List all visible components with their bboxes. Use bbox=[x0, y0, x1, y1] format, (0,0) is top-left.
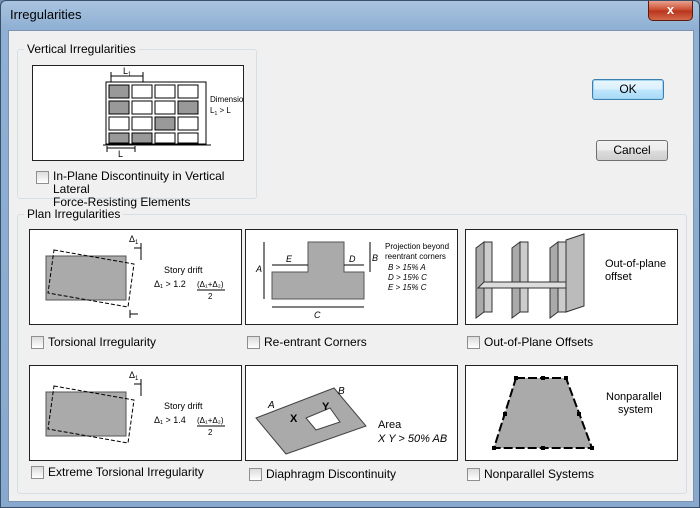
title-bar[interactable]: Irregularities x bbox=[1, 1, 699, 30]
extreme-torsional-checkbox[interactable]: Extreme Torsional Irregularity bbox=[31, 465, 204, 479]
reentrant-rule2: D > 15% C bbox=[388, 273, 427, 282]
diaphragm-label-b: B bbox=[338, 386, 345, 397]
reentrant-label-a: A bbox=[255, 264, 262, 274]
torsional-formula-den: 2 bbox=[208, 292, 213, 301]
reentrant-corners-label: Re-entrant Corners bbox=[264, 335, 367, 349]
diagram-dimension-text: Dimension bbox=[210, 95, 243, 104]
close-icon: x bbox=[666, 2, 675, 17]
checkbox-box[interactable] bbox=[467, 336, 480, 349]
nonparallel-diagram: Nonparallel system bbox=[465, 365, 678, 461]
torsional-drawing: Δ1 Story drift Δ₁ > 1.2 (Δ₁+Δ₂) 2 bbox=[45, 234, 225, 318]
torsional-caption: Story drift bbox=[164, 265, 203, 275]
checkbox-box[interactable] bbox=[36, 171, 49, 184]
reentrant-diagram: E D A B C Projection beyond reentrant co… bbox=[245, 229, 458, 325]
extreme-torsional-diagram: Δ1 Story drift Δ₁ > 1.4 (Δ₁+Δ₂) 2 bbox=[29, 365, 242, 461]
diagram-label-l: L bbox=[118, 149, 123, 159]
reentrant-label-c: C bbox=[314, 310, 321, 320]
reentrant-label-d: D bbox=[349, 254, 356, 264]
extreme-formula-num: (Δ₁+Δ₂) bbox=[197, 416, 224, 425]
outofplane-text2: offset bbox=[605, 271, 632, 283]
extreme-caption: Story drift bbox=[164, 401, 203, 411]
nonparallel-systems-checkbox[interactable]: Nonparallel Systems bbox=[467, 467, 594, 481]
nonparallel-systems-label: Nonparallel Systems bbox=[484, 467, 595, 481]
vertical-group-label: Vertical Irregularities bbox=[24, 42, 139, 56]
diaphragm-diagram: A B X Y Area X Y > 50% AB bbox=[245, 365, 458, 461]
reentrant-drawing: E D A B C Projection beyond reentrant co… bbox=[255, 241, 449, 320]
outofplane-offsets-label: Out-of-Plane Offsets bbox=[484, 335, 594, 349]
checkbox-box[interactable] bbox=[249, 468, 262, 481]
extreme-torsional-label: Extreme Torsional Irregularity bbox=[48, 465, 204, 479]
in-plane-label-line1: In-Plane Discontinuity in Vertical Later… bbox=[53, 169, 225, 196]
outofplane-diagram: Out-of-plane offset bbox=[465, 229, 678, 325]
outofplane-text1: Out-of-plane bbox=[605, 258, 666, 270]
nonparallel-text1: Nonparallel bbox=[606, 391, 662, 403]
reentrant-label-e: E bbox=[286, 254, 293, 264]
reentrant-corners-checkbox[interactable]: Re-entrant Corners bbox=[247, 335, 367, 349]
torsional-irregularity-label: Torsional Irregularity bbox=[48, 335, 157, 349]
torsional-diagram: Δ1 Story drift Δ₁ > 1.2 (Δ₁+Δ₂) 2 bbox=[29, 229, 242, 325]
checkbox-box[interactable] bbox=[247, 336, 260, 349]
checkbox-box[interactable] bbox=[31, 466, 44, 479]
diaphragm-label-a: A bbox=[267, 400, 275, 411]
torsional-delta-label: Δ1 bbox=[129, 234, 139, 246]
extreme-formula-den: 2 bbox=[208, 428, 213, 437]
nonparallel-text2: system bbox=[618, 404, 653, 416]
reentrant-rule3: E > 15% C bbox=[388, 283, 427, 292]
diaphragm-discontinuity-checkbox[interactable]: Diaphragm Discontinuity bbox=[249, 467, 396, 481]
nonparallel-drawing: Nonparallel system bbox=[492, 376, 662, 450]
torsional-irregularity-checkbox[interactable]: Torsional Irregularity bbox=[31, 335, 156, 349]
torsional-formula-num: (Δ₁+Δ₂) bbox=[197, 280, 224, 289]
extreme-delta-label: Δ1 bbox=[129, 370, 139, 382]
outofplane-drawing: Out-of-plane offset bbox=[475, 233, 666, 319]
in-plane-discontinuity-checkbox[interactable]: In-Plane Discontinuity in Vertical Later… bbox=[36, 170, 251, 209]
reentrant-rule1: B > 15% A bbox=[388, 263, 426, 272]
dialog-client-area: Vertical Irregularities L1 L Dimensio L1… bbox=[8, 30, 694, 502]
diaphragm-rule: X Y > 50% AB bbox=[377, 433, 447, 445]
torsional-formula-left: Δ₁ > 1.2 bbox=[154, 279, 186, 289]
diaphragm-label-x: X bbox=[290, 413, 298, 425]
diaphragm-drawing: A B X Y Area X Y > 50% AB bbox=[255, 386, 447, 455]
vertical-discontinuity-diagram: L1 L Dimension L1 > L bbox=[32, 65, 248, 161]
window-title: Irregularities bbox=[10, 7, 82, 22]
reentrant-text1: Projection beyond bbox=[385, 242, 449, 251]
dialog-window: Irregularities x Vertical Irregularities bbox=[0, 0, 700, 508]
diaphragm-area-text: Area bbox=[378, 419, 402, 431]
outofplane-offsets-checkbox[interactable]: Out-of-Plane Offsets bbox=[467, 335, 593, 349]
diaphragm-discontinuity-label: Diaphragm Discontinuity bbox=[266, 467, 397, 481]
checkbox-box[interactable] bbox=[467, 468, 480, 481]
diaphragm-label-y: Y bbox=[322, 401, 330, 413]
vertical-discontinuity-drawing: L1 L Dimension L1 > L bbox=[103, 66, 248, 159]
extreme-formula-left: Δ₁ > 1.4 bbox=[154, 415, 186, 425]
cancel-button[interactable]: Cancel bbox=[596, 140, 668, 161]
ok-button[interactable]: OK bbox=[592, 79, 664, 100]
close-button[interactable]: x bbox=[648, 1, 693, 21]
diagram-dimension-rule: L1 > L bbox=[210, 106, 231, 117]
extreme-torsional-drawing: Δ1 Story drift Δ₁ > 1.4 (Δ₁+Δ₂) 2 bbox=[45, 370, 225, 444]
plan-group-label: Plan Irregularities bbox=[24, 207, 124, 221]
reentrant-text2: reentrant corners bbox=[385, 252, 446, 261]
checkbox-box[interactable] bbox=[31, 336, 44, 349]
reentrant-label-b: B bbox=[372, 253, 378, 263]
